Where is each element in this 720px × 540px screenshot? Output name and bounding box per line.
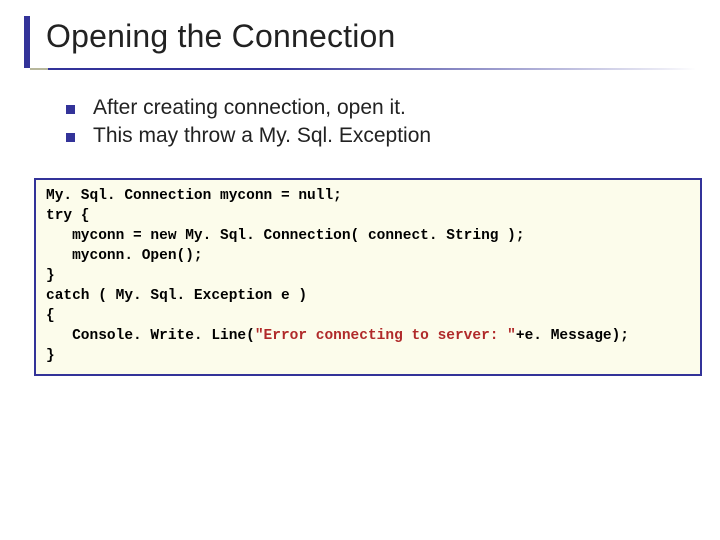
slide-title-block: Opening the Connection (24, 16, 696, 68)
code-string-literal: "Error connecting to server: " (255, 328, 516, 344)
code-line: try { (46, 206, 690, 226)
bullet-text: This may throw a My. Sql. Exception (93, 124, 431, 148)
code-line: myconn = new My. Sql. Connection( connec… (46, 226, 690, 246)
code-line: myconn. Open(); (46, 246, 690, 266)
title-accent-bar (24, 16, 30, 68)
code-frag: Console. Write. Line( (46, 328, 255, 344)
square-bullet-icon (66, 105, 75, 114)
code-line: Console. Write. Line("Error connecting t… (46, 326, 690, 346)
code-block: My. Sql. Connection myconn = null;try { … (34, 178, 702, 376)
slide-title: Opening the Connection (46, 18, 396, 55)
title-underline-stub (30, 68, 48, 70)
code-line: { (46, 306, 690, 326)
code-line: My. Sql. Connection myconn = null; (46, 186, 690, 206)
bullet-text: After creating connection, open it. (93, 96, 406, 120)
list-item: This may throw a My. Sql. Exception (66, 124, 680, 148)
square-bullet-icon (66, 133, 75, 142)
code-line: } (46, 266, 690, 286)
bullet-list: After creating connection, open it. This… (66, 96, 680, 152)
title-underline (48, 68, 696, 70)
list-item: After creating connection, open it. (66, 96, 680, 120)
code-line: catch ( My. Sql. Exception e ) (46, 286, 690, 306)
code-frag: +e. Message); (516, 328, 629, 344)
code-line: } (46, 346, 690, 366)
